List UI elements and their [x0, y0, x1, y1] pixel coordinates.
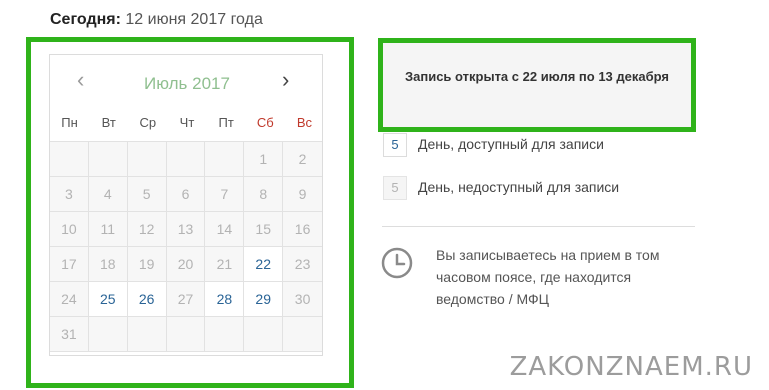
calendar-day-available[interactable]: 26: [127, 282, 167, 317]
calendar-empty-cell: [205, 142, 245, 177]
calendar-day-unavailable: 21: [205, 247, 245, 282]
calendar-day-unavailable: 7: [205, 177, 245, 212]
calendar-day-unavailable: 31: [50, 317, 89, 352]
weekday-label: Ср: [139, 115, 157, 130]
calendar-day-unavailable: 12: [127, 212, 167, 247]
calendar-day-unavailable: 3: [50, 177, 89, 212]
watermark: ZAKONZNAEM.RU: [509, 352, 753, 382]
calendar-day-unavailable: 24: [50, 282, 89, 317]
calendar-day-unavailable: 15: [244, 212, 284, 247]
calendar-day-unavailable: 14: [205, 212, 245, 247]
calendar-empty-cell: [127, 317, 167, 352]
today-date: Сегодня: 12 июня 2017 года: [50, 11, 263, 29]
calendar-header: ‹ Июль 2017 ›: [50, 55, 324, 111]
calendar-day-unavailable: 1: [244, 142, 284, 177]
weekday-label: Пн: [61, 115, 78, 130]
calendar-empty-cell: [88, 317, 128, 352]
calendar-day-unavailable: 19: [127, 247, 167, 282]
calendar-day-unavailable: 9: [283, 177, 322, 212]
calendar-empty-cell: [50, 142, 89, 177]
calendar-empty-cell: [127, 142, 167, 177]
calendar-day-unavailable: 13: [166, 212, 206, 247]
calendar-day-unavailable: 27: [166, 282, 206, 317]
calendar-day-unavailable: 11: [88, 212, 128, 247]
calendar-day-unavailable: 4: [88, 177, 128, 212]
weekday-label: Вт: [101, 115, 116, 130]
weekday-label: Пт: [218, 115, 234, 130]
legend-unavailable-label: День, недоступный для записи: [418, 179, 620, 195]
calendar-day-available[interactable]: 28: [205, 282, 245, 317]
calendar-day-unavailable: 30: [283, 282, 322, 317]
calendar-empty-cell: [283, 317, 322, 352]
today-label: Сегодня:: [50, 11, 121, 28]
calendar-day-unavailable: 17: [50, 247, 89, 282]
legend-unavailable-sample: 5: [383, 176, 407, 200]
weekday-header: Пн Вт Ср Чт Пт Сб Вс: [50, 115, 324, 139]
calendar-day-unavailable: 6: [166, 177, 206, 212]
calendar-day-available[interactable]: 22: [244, 247, 284, 282]
calendar-empty-cell: [166, 317, 206, 352]
weekday-label: Сб: [256, 115, 274, 130]
booking-period-notice: Запись открыта с 22 июля по 13 декабря: [378, 38, 696, 132]
chevron-right-icon[interactable]: ›: [282, 69, 289, 91]
timezone-note: Вы записываетесь на прием в том часовом …: [436, 247, 660, 307]
calendar-day-unavailable: 20: [166, 247, 206, 282]
legend-available-label: День, доступный для записи: [418, 136, 604, 152]
divider: [382, 226, 695, 227]
clock-icon: [381, 247, 413, 279]
today-value: 12 июня 2017 года: [125, 11, 263, 28]
calendar-day-unavailable: 23: [283, 247, 322, 282]
calendar-days-grid: 1 2 3 4 5 6 7 8 9 10 11 12 13 14 15 16 17 18 19 20 21 22 23 24 2…: [50, 141, 322, 352]
calendar: ‹ Июль 2017 › Пн Вт Ср Чт Пт Сб Вс 1 2 3 4 5 6 7 8 9 10…: [49, 54, 323, 356]
calendar-day-available[interactable]: 25: [88, 282, 128, 317]
weekday-label: Чт: [179, 115, 195, 130]
calendar-empty-cell: [88, 142, 128, 177]
booking-period-text: Запись открыта с 22 июля по 13 декабря: [404, 69, 669, 84]
legend-available-sample: 5: [383, 133, 407, 157]
calendar-empty-cell: [244, 317, 284, 352]
calendar-day-unavailable: 5: [127, 177, 167, 212]
weekday-label: Вс: [296, 115, 312, 130]
calendar-day-unavailable: 2: [283, 142, 322, 177]
calendar-day-available[interactable]: 29: [244, 282, 284, 317]
calendar-empty-cell: [166, 142, 206, 177]
calendar-day-unavailable: 8: [244, 177, 284, 212]
calendar-day-unavailable: 10: [50, 212, 89, 247]
calendar-empty-cell: [205, 317, 245, 352]
calendar-day-unavailable: 16: [283, 212, 322, 247]
calendar-day-unavailable: 18: [88, 247, 128, 282]
